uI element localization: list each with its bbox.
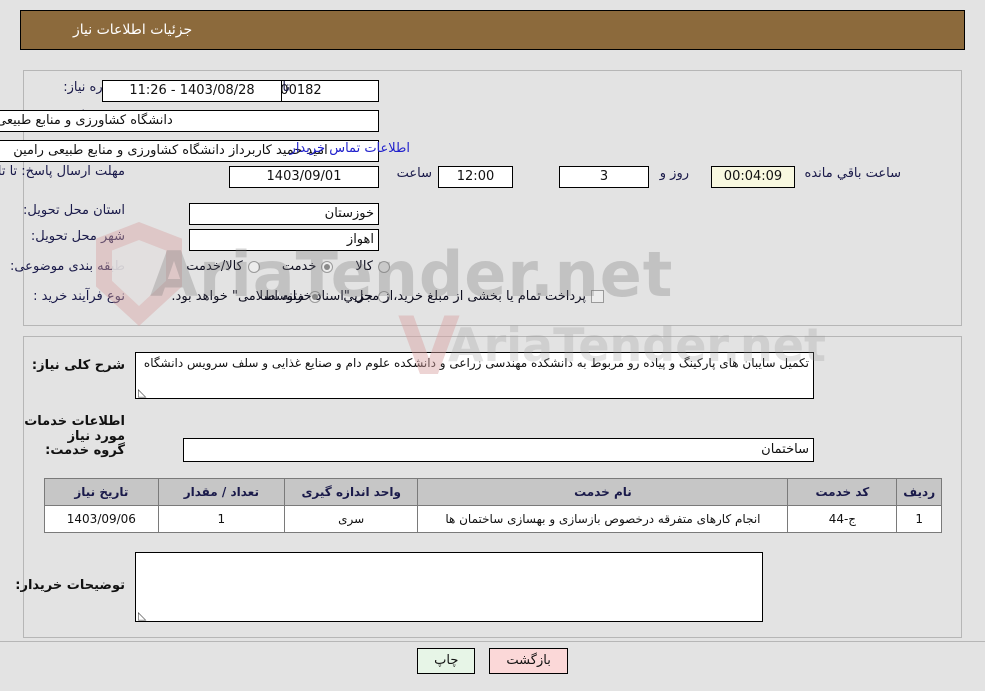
treasury-checkbox-row: پرداخت تمام یا بخشی از مبلغ خرید،از محل … — [171, 289, 604, 304]
deadline-label-wrap: مهلت ارسال پاسخ: تا تاریخ: — [0, 164, 125, 179]
action-button-bar: بازگشت چاپ — [0, 648, 985, 674]
category-option-kala-khedmat-label: کالا/خدمت — [186, 259, 243, 274]
category-label-wrap: طبقه بندی موضوعی: — [10, 259, 125, 274]
description-label: شرح کلی نیاز: — [31, 358, 125, 373]
days-label: روز و — [659, 166, 689, 181]
page-title: جزئیات اطلاعات نیاز — [73, 22, 193, 38]
table-col-service-code: کد خدمت — [787, 478, 898, 506]
city-label-wrap: شهر محل تحویل: — [31, 229, 125, 244]
radio-icon-kala[interactable] — [378, 260, 390, 273]
treasury-checkbox-label: پرداخت تمام یا بخشی از مبلغ خرید،از محل … — [171, 289, 586, 304]
cell-service-name: انجام کارهای متفرقه درخصوص بازسازی و بهس… — [417, 505, 789, 533]
category-option-kala-khedmat[interactable]: کالا/خدمت — [186, 259, 260, 274]
table-row[interactable]: 1 ج-44 انجام کارهای متفرقه درخصوص بازساز… — [44, 505, 942, 533]
description-text: تکمیل سایبان های پارکینگ و پیاده رو مربو… — [143, 356, 809, 370]
category-radio-group: کالا خدمت کالا/خدمت — [164, 259, 390, 274]
services-section-title: اطلاعات خدمات مورد نیاز — [24, 414, 125, 444]
hour-label-wrap: ساعت — [397, 166, 432, 181]
cell-service-code: ج-44 — [787, 505, 898, 533]
bottom-divider — [0, 641, 985, 642]
days-label-wrap: روز و — [660, 166, 689, 181]
description-textarea[interactable]: تکمیل سایبان های پارکینگ و پیاده رو مربو… — [135, 352, 814, 399]
category-option-khedmat-label: خدمت — [281, 259, 317, 274]
print-button[interactable]: چاپ — [417, 648, 476, 674]
category-option-khedmat[interactable]: خدمت — [282, 259, 334, 274]
table-col-service-name: نام خدمت — [417, 478, 789, 506]
services-table: ردیف کد خدمت نام خدمت واحد اندازه گیری ت… — [44, 478, 942, 533]
remaining-days-field[interactable]: 3 — [559, 166, 649, 188]
description-label-wrap: شرح کلی نیاز: — [32, 358, 125, 373]
city-field[interactable]: اهواز — [189, 229, 379, 251]
deadline-time-field[interactable]: 12:00 — [438, 166, 513, 188]
table-header-row: ردیف کد خدمت نام خدمت واحد اندازه گیری ت… — [44, 478, 942, 506]
back-button[interactable]: بازگشت — [489, 648, 568, 674]
resize-grip-icon[interactable]: ◺ — [138, 387, 146, 398]
deadline-label: مهلت ارسال پاسخ: تا تاریخ: — [0, 164, 125, 179]
cell-row-no: 1 — [896, 505, 942, 533]
buyer-org-field[interactable]: دانشگاه کشاورزی و منابع طبیعی رامین — [0, 110, 379, 132]
radio-icon-kala-khedmat[interactable] — [247, 260, 260, 273]
category-option-kala[interactable]: کالا — [355, 259, 390, 274]
province-label: استان محل تحویل: — [23, 203, 125, 218]
cell-unit: سری — [283, 505, 419, 533]
countdown-label: ساعت باقي مانده — [804, 166, 901, 181]
service-group-label-wrap: گروه خدمت: — [45, 443, 125, 458]
process-type-label-wrap: نوع فرآیند خرید : — [33, 289, 125, 304]
category-label: طبقه بندی موضوعی: — [9, 259, 125, 274]
process-type-label: نوع فرآیند خرید : — [33, 289, 125, 304]
buyer-notes-label-wrap: توضیحات خریدار: — [15, 578, 125, 593]
deadline-date-field[interactable]: 1403/09/01 — [229, 166, 379, 188]
countdown-label-wrap: ساعت باقي مانده — [805, 166, 901, 181]
cell-quantity: 1 — [157, 505, 285, 533]
buyer-contact-link[interactable]: اطلاعات تماس خریدار — [290, 141, 410, 156]
treasury-checkbox-option[interactable]: پرداخت تمام یا بخشی از مبلغ خرید،از محل … — [171, 289, 604, 304]
table-col-quantity: تعداد / مقدار — [157, 478, 285, 506]
buyer-contact-link-wrap: اطلاعات تماس خریدار — [290, 141, 410, 156]
checkbox-icon-treasury[interactable] — [591, 290, 604, 303]
category-option-kala-label: کالا — [355, 259, 373, 274]
need-info-panel — [23, 70, 962, 326]
cell-need-date: 1403/09/06 — [44, 505, 159, 533]
countdown-field[interactable]: 00:04:09 — [711, 166, 795, 188]
service-group-label: گروه خدمت: — [45, 443, 125, 458]
province-field[interactable]: خوزستان — [189, 203, 379, 225]
announce-datetime-field[interactable]: 1403/08/28 - 11:26 — [102, 80, 282, 102]
radio-icon-khedmat[interactable] — [321, 260, 334, 273]
service-group-field[interactable]: ساختمان — [183, 438, 814, 462]
province-label-wrap: استان محل تحویل: — [23, 203, 125, 218]
hour-label: ساعت — [396, 166, 432, 181]
city-label: شهر محل تحویل: — [30, 229, 125, 244]
buyer-notes-label: توضیحات خریدار: — [15, 578, 125, 593]
page-header: جزئیات اطلاعات نیاز — [20, 10, 965, 50]
resize-grip-icon-notes[interactable]: ◺ — [138, 610, 146, 621]
buyer-notes-textarea[interactable]: ◺ — [135, 552, 763, 622]
table-col-need-date: تاریخ نیاز — [44, 478, 159, 506]
table-col-unit: واحد اندازه گیری — [283, 478, 419, 506]
table-col-row-no: ردیف — [896, 478, 942, 506]
